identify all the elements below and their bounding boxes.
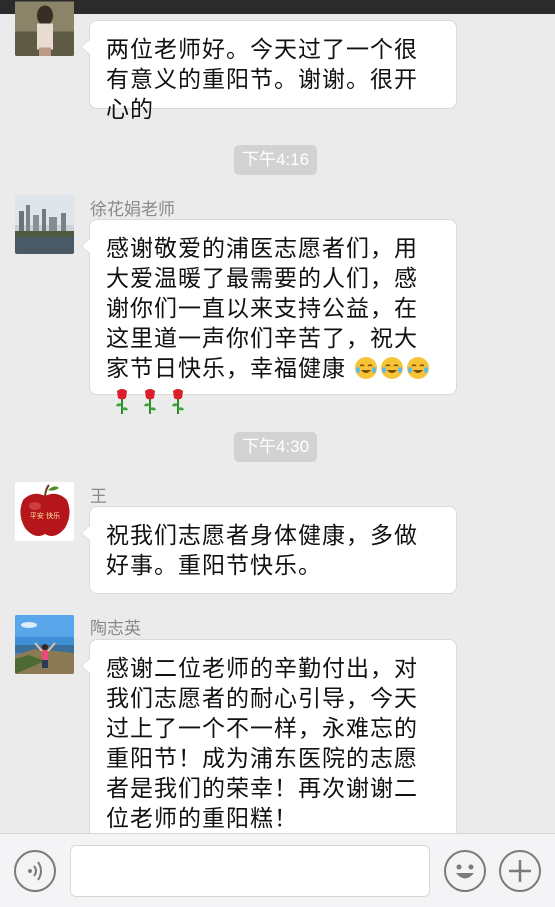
rose-emoji — [140, 388, 160, 422]
seaside-person-avatar — [15, 615, 74, 674]
message-bubble-4[interactable]: 感谢二位老师的辛勤付出，对我们志愿者的耐心引导，今天过上了一个不一样，永难忘的重… — [81, 639, 457, 839]
rose-emoji — [168, 388, 188, 422]
status-bar — [0, 0, 555, 14]
timestamp-1: 下午4:16 — [234, 145, 318, 175]
sender-name-3: 王 — [90, 487, 107, 506]
red-apple-avatar: 平安 快乐 — [15, 482, 74, 541]
apple-text: 平安 快乐 — [30, 511, 60, 520]
avatar-sender-3[interactable]: 平安 快乐 — [15, 482, 74, 541]
sender-name-4: 陶志英 — [90, 619, 141, 638]
avatar-sender-4[interactable] — [15, 615, 74, 674]
message-bubble-1[interactable]: 两位老师好。今天过了一个很有意义的重阳节。谢谢。很开心的 — [81, 20, 457, 123]
person-photo-avatar — [15, 1, 74, 56]
city-skyline-avatar — [15, 195, 74, 254]
plus-icon — [509, 860, 531, 882]
avatar-sender-2[interactable] — [15, 195, 74, 254]
emoji-button[interactable] — [444, 850, 486, 892]
voice-button[interactable] — [14, 850, 56, 892]
message-text-3: 祝我们志愿者身体健康，多做好事。重阳节快乐。 — [106, 523, 418, 579]
message-bubble-3[interactable]: 祝我们志愿者身体健康，多做好事。重阳节快乐。 — [81, 506, 457, 594]
message-input[interactable] — [70, 845, 430, 897]
chat-input-bar — [0, 833, 555, 907]
voice-icon — [28, 861, 42, 881]
laughing-tears-emoji — [406, 356, 430, 388]
laughing-tears-emoji — [354, 356, 378, 388]
message-text-1: 两位老师好。今天过了一个很有意义的重阳节。谢谢。很开心的 — [106, 37, 418, 123]
rose-emoji — [112, 388, 132, 422]
emoji-face-icon — [456, 864, 474, 879]
laughing-tears-emoji — [380, 356, 404, 388]
message-bubble-2[interactable]: 感谢敬爱的浦医志愿者们，用大爱温暖了最需要的人们，感谢你们一直以来支持公益，在这… — [81, 219, 457, 414]
message-text-4: 感谢二位老师的辛勤付出，对我们志愿者的耐心引导，今天过上了一个不一样，永难忘的重… — [106, 656, 418, 832]
plus-button[interactable] — [499, 850, 541, 892]
avatar-sender-1[interactable] — [15, 0, 74, 56]
timestamp-2: 下午4:30 — [234, 432, 318, 462]
sender-name-2: 徐花娟老师 — [90, 200, 175, 219]
